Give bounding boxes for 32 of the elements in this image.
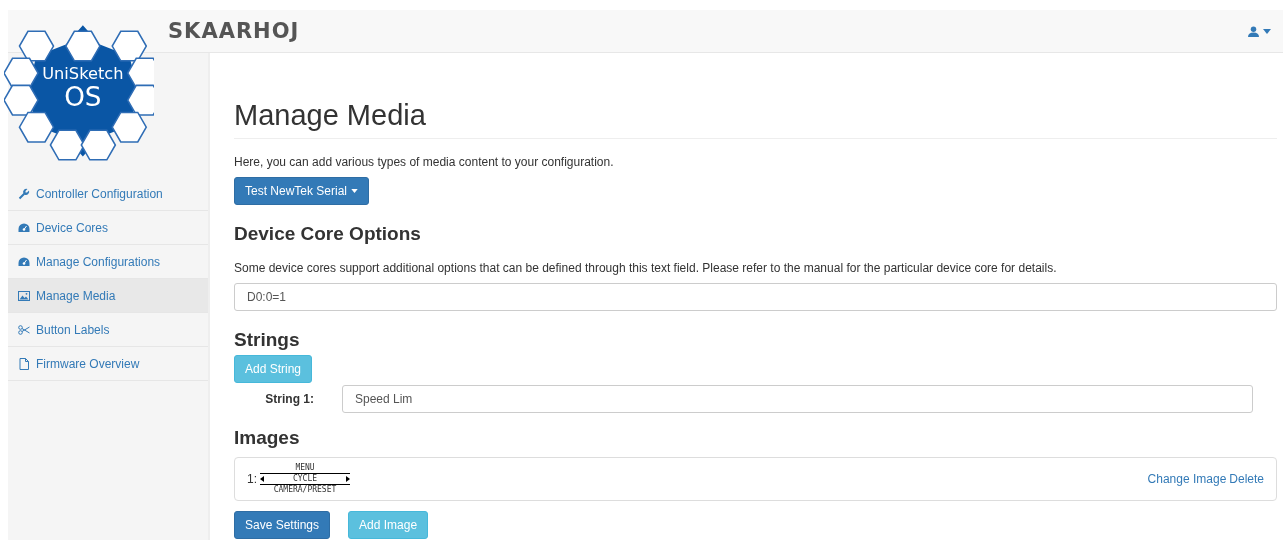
user-icon <box>1248 25 1259 37</box>
string-field[interactable]: Speed Lim <box>342 385 1253 413</box>
scissors-icon <box>18 323 30 336</box>
gauge-icon <box>18 255 30 268</box>
section-heading: Device Core Options <box>234 223 422 245</box>
wrench-icon <box>18 187 30 200</box>
device-dropdown[interactable]: Test NewTek Serial <box>234 177 370 205</box>
change-image-link[interactable]: Change Image <box>1147 472 1227 486</box>
sidebar-item[interactable]: Controller Configuration <box>8 177 208 211</box>
section-heading: Images <box>234 427 301 449</box>
sidebar-item[interactable]: Button Labels <box>8 313 208 347</box>
description-text: Some device cores support additional options that can be defined through this text field. Please refer to the manual for the particular device core for details. <box>234 261 1058 275</box>
label-image: MENU CYCLE CAMERA/PRESET <box>260 463 350 495</box>
caret-icon <box>1263 28 1271 34</box>
gauge-icon <box>18 221 30 234</box>
save-button[interactable]: Save Settings <box>234 511 331 539</box>
right-arrow-icon <box>346 476 350 482</box>
options-field[interactable]: D0:0=1 <box>234 283 1277 311</box>
sidebar-item[interactable]: Firmware Overview <box>8 347 208 381</box>
caret-icon <box>351 189 359 193</box>
section-heading: Strings <box>234 329 301 351</box>
file-icon <box>18 357 30 370</box>
image-index: 1: <box>247 472 257 486</box>
page-title: Manage Media <box>234 99 1277 139</box>
brand-name: SKAARHOJ <box>168 19 300 43</box>
string-label: String 1: <box>264 392 315 406</box>
intro-text: Here, you can add various types of media content to your configuration. <box>234 155 615 169</box>
left-arrow-icon <box>260 476 264 482</box>
sidebar-item[interactable]: Device Cores <box>8 211 208 245</box>
delete-link[interactable]: Delete <box>1229 472 1264 486</box>
image-icon <box>18 289 30 302</box>
sidebar-item[interactable]: Manage Media <box>8 279 208 313</box>
